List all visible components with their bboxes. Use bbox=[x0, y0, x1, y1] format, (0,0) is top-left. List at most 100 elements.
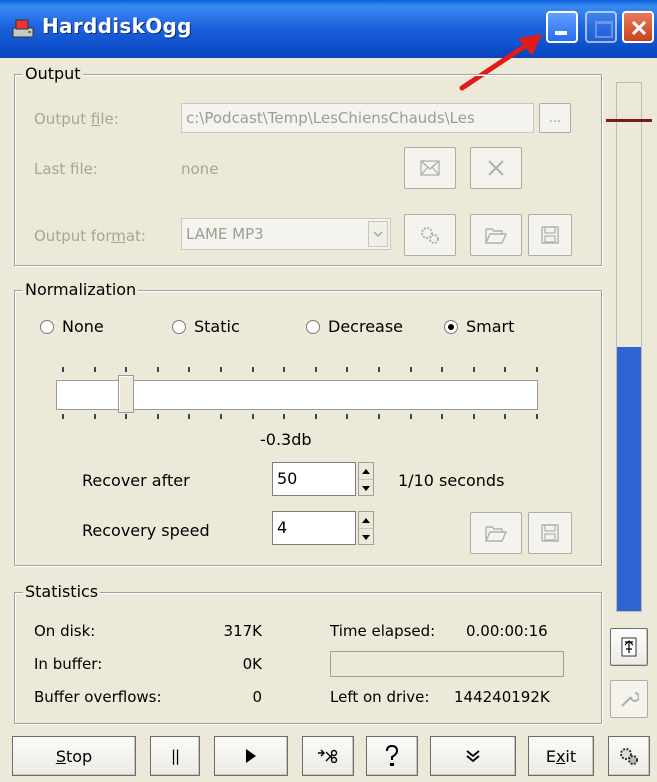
slider-tick bbox=[536, 414, 538, 419]
buffer-progress-bar bbox=[330, 651, 564, 677]
exit-button[interactable]: Exit bbox=[528, 736, 594, 776]
app-icon bbox=[12, 19, 34, 38]
help-button[interactable] bbox=[366, 736, 418, 776]
always-on-top-button[interactable] bbox=[610, 628, 648, 666]
wrench-icon bbox=[621, 692, 639, 707]
output-format-label: Output format: bbox=[34, 227, 146, 245]
radio-decrease[interactable]: Decrease bbox=[306, 317, 403, 336]
slider-tick bbox=[409, 367, 412, 372]
spin-up-icon[interactable] bbox=[359, 512, 373, 529]
spin-up-icon[interactable] bbox=[359, 463, 373, 480]
on-disk-label: On disk: bbox=[34, 622, 96, 640]
slider-tick bbox=[93, 367, 96, 372]
stop-button[interactable]: Stop bbox=[12, 736, 136, 776]
slider-tick bbox=[220, 367, 222, 372]
slider-tick bbox=[378, 367, 380, 372]
slider-tick bbox=[156, 367, 159, 372]
recover-after-label: Recover after bbox=[82, 471, 190, 490]
spin-down-icon[interactable] bbox=[359, 480, 373, 496]
recover-after-spinner[interactable] bbox=[358, 462, 374, 496]
slider-tick bbox=[156, 414, 159, 419]
left-on-drive-label: Left on drive: bbox=[330, 688, 430, 706]
envelope-icon bbox=[420, 160, 440, 176]
folder-open-icon bbox=[485, 228, 508, 244]
radio-static[interactable]: Static bbox=[172, 317, 240, 336]
slider-tick bbox=[409, 414, 412, 419]
slider-tick bbox=[251, 414, 254, 419]
radio-none[interactable]: None bbox=[40, 317, 104, 336]
delete-last-button[interactable] bbox=[470, 147, 522, 189]
slider-value-label: -0.3db bbox=[260, 430, 312, 449]
slider-tick bbox=[62, 367, 64, 372]
buffer-overflows-label: Buffer overflows: bbox=[34, 688, 162, 706]
slider-tick bbox=[314, 414, 317, 419]
minimize-icon bbox=[555, 31, 567, 35]
time-elapsed-value: 0.00:00:16 bbox=[466, 622, 548, 640]
window-title: HarddiskOgg bbox=[42, 14, 192, 38]
spin-down-icon[interactable] bbox=[359, 529, 373, 545]
time-elapsed-label: Time elapsed: bbox=[330, 622, 436, 640]
last-file-label: Last file: bbox=[34, 160, 98, 178]
level-meter-fill bbox=[617, 347, 641, 611]
in-buffer-value: 0K bbox=[242, 655, 262, 673]
radio-smart-circle bbox=[444, 319, 458, 334]
maximize-button[interactable] bbox=[585, 11, 617, 43]
output-format-select[interactable]: LAME MP3 bbox=[181, 218, 391, 250]
close-button[interactable] bbox=[622, 11, 654, 43]
pause-button[interactable]: || bbox=[150, 736, 200, 776]
format-dropdown-button[interactable] bbox=[368, 221, 388, 247]
open-normalization-button[interactable] bbox=[470, 512, 522, 554]
radio-decrease-circle bbox=[306, 319, 320, 334]
gears-icon bbox=[421, 227, 439, 244]
slider-tick bbox=[125, 414, 128, 419]
title-bar[interactable]: HarddiskOgg bbox=[0, 0, 657, 58]
last-file-value: none bbox=[181, 160, 219, 178]
save-normalization-button[interactable] bbox=[528, 512, 572, 554]
slider-tick bbox=[93, 414, 96, 419]
output-group-label: Output bbox=[23, 64, 83, 83]
recovery-speed-label: Recovery speed bbox=[82, 521, 210, 540]
slider-tick bbox=[536, 367, 538, 372]
slider-tick bbox=[378, 414, 380, 419]
slider-tick bbox=[251, 367, 254, 372]
recovery-speed-spinner[interactable] bbox=[358, 511, 374, 545]
expand-button[interactable] bbox=[430, 736, 516, 776]
peak-marker bbox=[606, 119, 652, 122]
floppy-icon bbox=[541, 226, 559, 244]
normalization-group-label: Normalization bbox=[23, 280, 139, 299]
split-button[interactable] bbox=[302, 736, 354, 776]
output-file-label: Output file: bbox=[34, 110, 119, 128]
slider-tick bbox=[504, 414, 507, 419]
save-preset-button[interactable] bbox=[528, 214, 572, 256]
browse-output-button[interactable]: ... bbox=[539, 103, 571, 133]
normalization-slider-thumb[interactable] bbox=[118, 375, 134, 413]
question-icon bbox=[386, 745, 399, 766]
chevron-double-down-icon bbox=[466, 750, 480, 763]
slider-tick bbox=[188, 367, 191, 372]
maximize-icon bbox=[595, 21, 613, 38]
gears-icon bbox=[620, 748, 638, 765]
slider-tick bbox=[220, 414, 222, 419]
tools-button[interactable] bbox=[610, 680, 648, 718]
format-settings-button[interactable] bbox=[404, 214, 456, 256]
level-meter bbox=[616, 82, 642, 612]
close-icon bbox=[631, 20, 647, 36]
radio-static-circle bbox=[172, 319, 186, 334]
settings-button[interactable] bbox=[608, 736, 650, 776]
folder-open-icon bbox=[485, 526, 508, 542]
on-disk-value: 317K bbox=[223, 622, 262, 640]
radio-smart[interactable]: Smart bbox=[444, 317, 514, 336]
left-on-drive-value: 144240192K bbox=[454, 688, 550, 706]
email-button[interactable] bbox=[404, 147, 456, 189]
play-button[interactable] bbox=[214, 736, 288, 776]
output-file-input[interactable]: c:\Podcast\Temp\LesChiensChauds\Les bbox=[181, 103, 534, 133]
slider-tick bbox=[346, 414, 349, 419]
recover-after-input[interactable]: 50 bbox=[272, 462, 356, 496]
chevron-down-icon bbox=[373, 231, 383, 237]
x-icon bbox=[488, 160, 504, 176]
slider-tick bbox=[125, 367, 128, 372]
slider-tick bbox=[441, 414, 444, 419]
slider-tick bbox=[62, 414, 64, 419]
open-preset-button[interactable] bbox=[470, 214, 522, 256]
recovery-speed-input[interactable]: 4 bbox=[272, 511, 356, 545]
